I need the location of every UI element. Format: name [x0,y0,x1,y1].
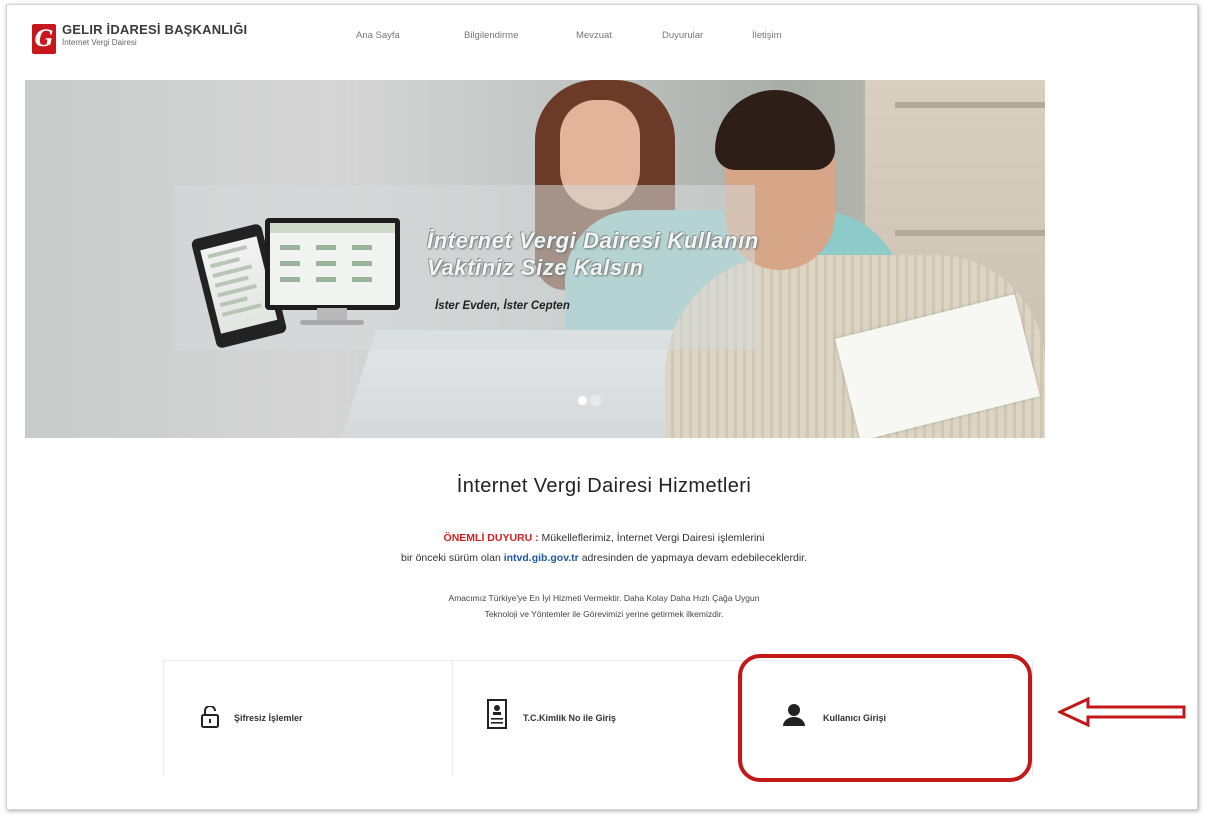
motto-line-2: Teknoloji ve Yöntemler ile Görevimizi ye… [484,609,724,619]
notice-text-1: Mükelleflerimiz, İnternet Vergi Dairesi … [541,532,765,544]
monitor-icon [265,218,400,310]
banner-slogan-line2: Vaktiniz Size Kalsın [427,255,644,280]
tc-id-login-label: T.C.Kimlik No ile Giriş [523,713,617,723]
nav-home[interactable]: Ana Sayfa [356,30,400,41]
notice-label: ÖNEMLİ DUYURU : [443,532,539,544]
id-card-icon [487,699,507,729]
nav-contact[interactable]: İletişim [752,30,782,41]
nav-info[interactable]: Bilgilendirme [464,30,518,41]
monitor-base [300,320,364,325]
carousel-dot-2[interactable] [590,395,601,406]
mission-statement: Amacımız Türkiye'ye En İyi Hizmeti Verme… [0,590,1208,622]
annotation-arrow-icon [1058,697,1186,727]
carousel-dot-1[interactable] [577,395,588,406]
tc-id-login-tile[interactable]: T.C.Kimlik No ile Giriş [453,661,743,776]
man-image [715,90,835,170]
nav-announcements[interactable]: Duyurular [662,30,703,41]
notice-text-2b: adresinden de yapmaya devam edebilecekle… [581,552,807,564]
banner-slogan-line1: İnternet Vergi Dairesi Kullanın [427,228,759,253]
shelf [895,102,1045,108]
important-notice: ÖNEMLİ DUYURU : Mükelleflerimiz, İnterne… [0,528,1208,568]
hero-banner: İnternet Vergi Dairesi Kullanın Vaktiniz… [25,80,1045,438]
annotation-highlight [738,654,1032,782]
shelf [895,230,1045,236]
nav-legislation[interactable]: Mevzuat [576,30,612,41]
banner-slogan-line3: İster Evden, İster Cepten [435,300,570,312]
page-title: İnternet Vergi Dairesi Hizmetleri [456,475,752,497]
notice-text-2a: bir önceki sürüm olan [400,552,501,564]
unlock-icon [201,706,219,728]
org-subtitle: İnternet Vergi Dairesi [62,38,137,47]
passwordless-login-tile[interactable]: Şifresiz İşlemler [163,661,453,776]
passwordless-login-label: Şifresiz İşlemler [234,713,303,723]
org-name: GELIR İDARESİ BAŞKANLIĞI [62,22,248,37]
motto-line-1: Amacımız Türkiye'ye En İyi Hizmeti Verme… [448,593,760,603]
gib-logo[interactable]: G [32,24,56,54]
intvd-link[interactable]: intvd.gib.gov.tr [504,552,579,564]
